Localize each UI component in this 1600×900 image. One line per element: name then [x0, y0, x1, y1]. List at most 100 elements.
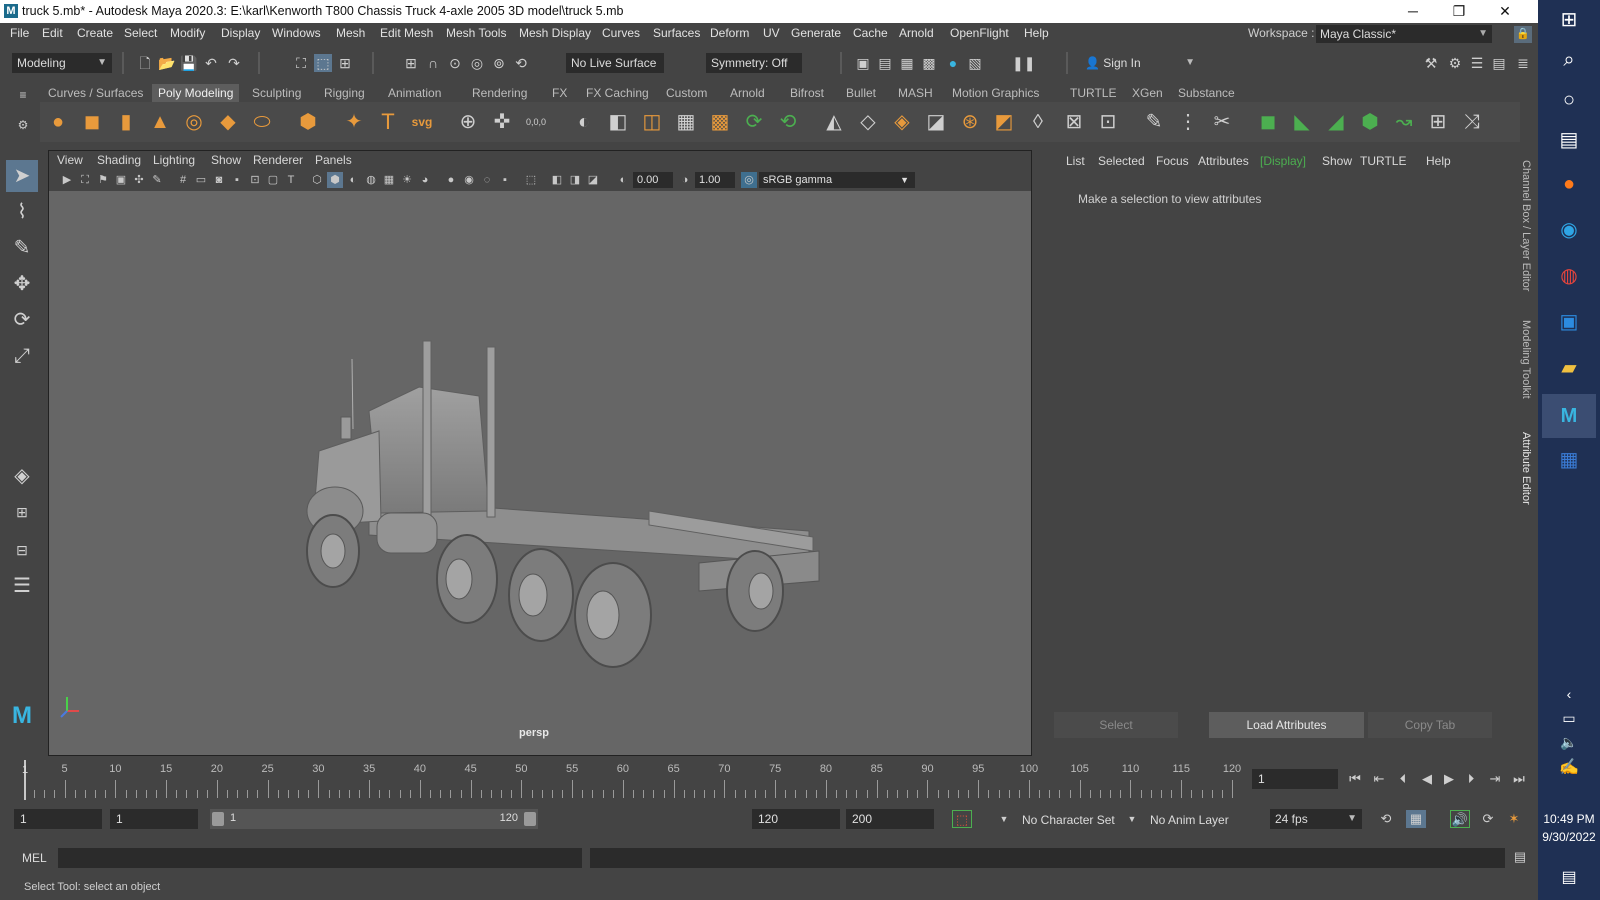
two-d-pan-icon[interactable]: ✣: [131, 172, 147, 188]
menu-mesh[interactable]: Mesh: [336, 26, 365, 40]
move-tool-icon[interactable]: ✥: [6, 268, 38, 300]
lights-icon[interactable]: ☀: [399, 172, 415, 188]
planar-map-icon[interactable]: ⊡: [1094, 108, 1122, 136]
super-shape-icon[interactable]: ✦: [340, 108, 368, 136]
poly-cylinder-icon[interactable]: ▮: [112, 108, 140, 136]
uv-editor-icon[interactable]: ⊠: [1060, 108, 1088, 136]
menu-curves[interactable]: Curves: [602, 26, 640, 40]
play-backwards-icon[interactable]: ◀: [1418, 770, 1436, 788]
shelf-tab-curves-surfaces[interactable]: Curves / Surfaces: [42, 84, 149, 102]
render-settings-icon[interactable]: ▩: [920, 54, 938, 72]
orient-uv-icon[interactable]: ⬢: [1356, 108, 1384, 136]
select-object-icon[interactable]: ⬚: [314, 54, 332, 72]
viewport-canvas[interactable]: persp: [49, 191, 1031, 755]
freeze-transform-icon[interactable]: 0,0,0: [522, 108, 550, 136]
shelf-settings-icon[interactable]: ⚙: [14, 116, 32, 134]
ae-menu-help[interactable]: Help: [1426, 154, 1451, 168]
anim-prefs-icon[interactable]: ⟳: [1478, 810, 1498, 828]
poly-plane-icon[interactable]: ◆: [214, 108, 242, 136]
menu-display[interactable]: Display: [221, 26, 260, 40]
tab-channel-box[interactable]: Channel Box / Layer Editor: [1520, 160, 1532, 291]
load-attributes-button[interactable]: Load Attributes: [1209, 712, 1364, 738]
clock-time[interactable]: 10:49 PM: [1538, 812, 1600, 826]
snap-curve-icon[interactable]: ∩: [424, 54, 442, 72]
textured-icon[interactable]: ▦: [381, 172, 397, 188]
chevron-down-icon[interactable]: ▼: [994, 810, 1014, 828]
minimize-button[interactable]: ─: [1390, 0, 1436, 23]
exposure-icon[interactable]: ◐: [615, 172, 631, 188]
notifications-icon[interactable]: ▤: [1553, 862, 1585, 894]
render-view-icon[interactable]: ▤: [876, 54, 894, 72]
modeling-toolkit-icon[interactable]: ⚒: [1422, 54, 1440, 72]
vp-menu-lighting[interactable]: Lighting: [153, 153, 195, 167]
shadows-icon[interactable]: ◕: [417, 172, 433, 188]
wireframe-icon[interactable]: ⬡: [309, 172, 325, 188]
boolean-icon[interactable]: ▦: [672, 108, 700, 136]
cortana-icon[interactable]: ○: [1553, 84, 1585, 116]
menu-windows[interactable]: Windows: [272, 26, 321, 40]
channel-box-icon[interactable]: ▤: [1490, 54, 1508, 72]
edge-icon[interactable]: ◉: [1553, 214, 1585, 246]
shelf-tab-bullet[interactable]: Bullet: [840, 84, 882, 102]
range-end-handle[interactable]: [524, 812, 536, 826]
select-tool-icon[interactable]: ➤: [6, 160, 38, 192]
ae-menu-list[interactable]: List: [1066, 154, 1085, 168]
target-weld-icon[interactable]: ◈: [888, 108, 916, 136]
shelf-tab-rendering[interactable]: Rendering: [466, 84, 533, 102]
render-icon[interactable]: ▣: [854, 54, 872, 72]
two-view-icon[interactable]: ⊟: [6, 534, 38, 566]
snap-view-icon[interactable]: ◎: [468, 54, 486, 72]
single-view-icon[interactable]: ◈: [6, 460, 38, 492]
step-back-key-icon[interactable]: ⇤: [1370, 770, 1388, 788]
animation-end-field[interactable]: 200: [846, 809, 934, 829]
combine-icon[interactable]: ◐: [570, 108, 598, 136]
motion-blur-icon[interactable]: ◉: [461, 172, 477, 188]
lasso-tool-icon[interactable]: ⌇: [6, 196, 38, 228]
cache-icon[interactable]: ▦: [1406, 810, 1426, 828]
bridge-icon[interactable]: ⟲: [774, 108, 802, 136]
vp-menu-renderer[interactable]: Renderer: [253, 153, 303, 167]
menu-uv[interactable]: UV: [763, 26, 780, 40]
poly-cube-icon[interactable]: ◼: [78, 108, 106, 136]
grease-pencil-icon[interactable]: ✎: [149, 172, 165, 188]
poly-cone-icon[interactable]: ▲: [146, 108, 174, 136]
ghost-icon[interactable]: ✶: [1504, 810, 1524, 828]
shelf-tab-poly-modeling[interactable]: Poly Modeling: [152, 84, 240, 102]
color-space-dropdown[interactable]: sRGB gamma ▼: [759, 172, 915, 188]
shelf-menu-icon[interactable]: ≡: [14, 86, 32, 104]
ambient-occlusion-icon[interactable]: ●: [443, 172, 459, 188]
vp-menu-view[interactable]: View: [57, 153, 83, 167]
character-set-label[interactable]: No Character Set: [1022, 813, 1115, 827]
separate-icon[interactable]: ◧: [604, 108, 632, 136]
cut-uv-icon[interactable]: ✎: [1140, 108, 1168, 136]
unfold-icon[interactable]: ✂: [1208, 108, 1236, 136]
grid-icon[interactable]: #: [175, 172, 191, 188]
scale-tool-icon[interactable]: ⤢: [6, 340, 38, 372]
paint-select-icon[interactable]: ✎: [6, 232, 38, 264]
loop-icon[interactable]: ⟲: [1376, 810, 1396, 828]
store-icon[interactable]: ▣: [1553, 306, 1585, 338]
shelf-tab-arnold[interactable]: Arnold: [724, 84, 771, 102]
xray-icon[interactable]: ◧: [549, 172, 565, 188]
pause-icon[interactable]: ❚❚: [1012, 54, 1035, 72]
tab-modeling-toolkit[interactable]: Modeling Toolkit: [1520, 320, 1532, 399]
auto-key-icon[interactable]: ⬚: [952, 810, 972, 828]
select-hierarchy-icon[interactable]: ⛶: [292, 54, 310, 72]
live-surface-field[interactable]: No Live Surface: [566, 53, 664, 73]
select-button[interactable]: Select: [1054, 712, 1178, 738]
xray-joints-icon[interactable]: ◨: [567, 172, 583, 188]
hypershade-icon[interactable]: ●: [944, 54, 962, 72]
file-explorer-icon[interactable]: ▰: [1553, 352, 1585, 384]
shelf-tab-custom[interactable]: Custom: [660, 84, 713, 102]
shelf-tab-bifrost[interactable]: Bifrost: [784, 84, 830, 102]
gate-mask-icon[interactable]: ▪: [229, 172, 245, 188]
mel-label[interactable]: MEL: [22, 851, 47, 865]
ae-menu-show[interactable]: Show: [1322, 154, 1352, 168]
distribute-uv-icon[interactable]: ⤨: [1458, 108, 1486, 136]
menu-mesh-tools[interactable]: Mesh Tools: [446, 26, 506, 40]
go-to-start-icon[interactable]: ⏮: [1346, 770, 1364, 788]
menu-create[interactable]: Create: [77, 26, 113, 40]
menu-modify[interactable]: Modify: [170, 26, 205, 40]
ae-menu-focus[interactable]: Focus: [1156, 154, 1189, 168]
four-view-icon[interactable]: ⊞: [6, 496, 38, 528]
